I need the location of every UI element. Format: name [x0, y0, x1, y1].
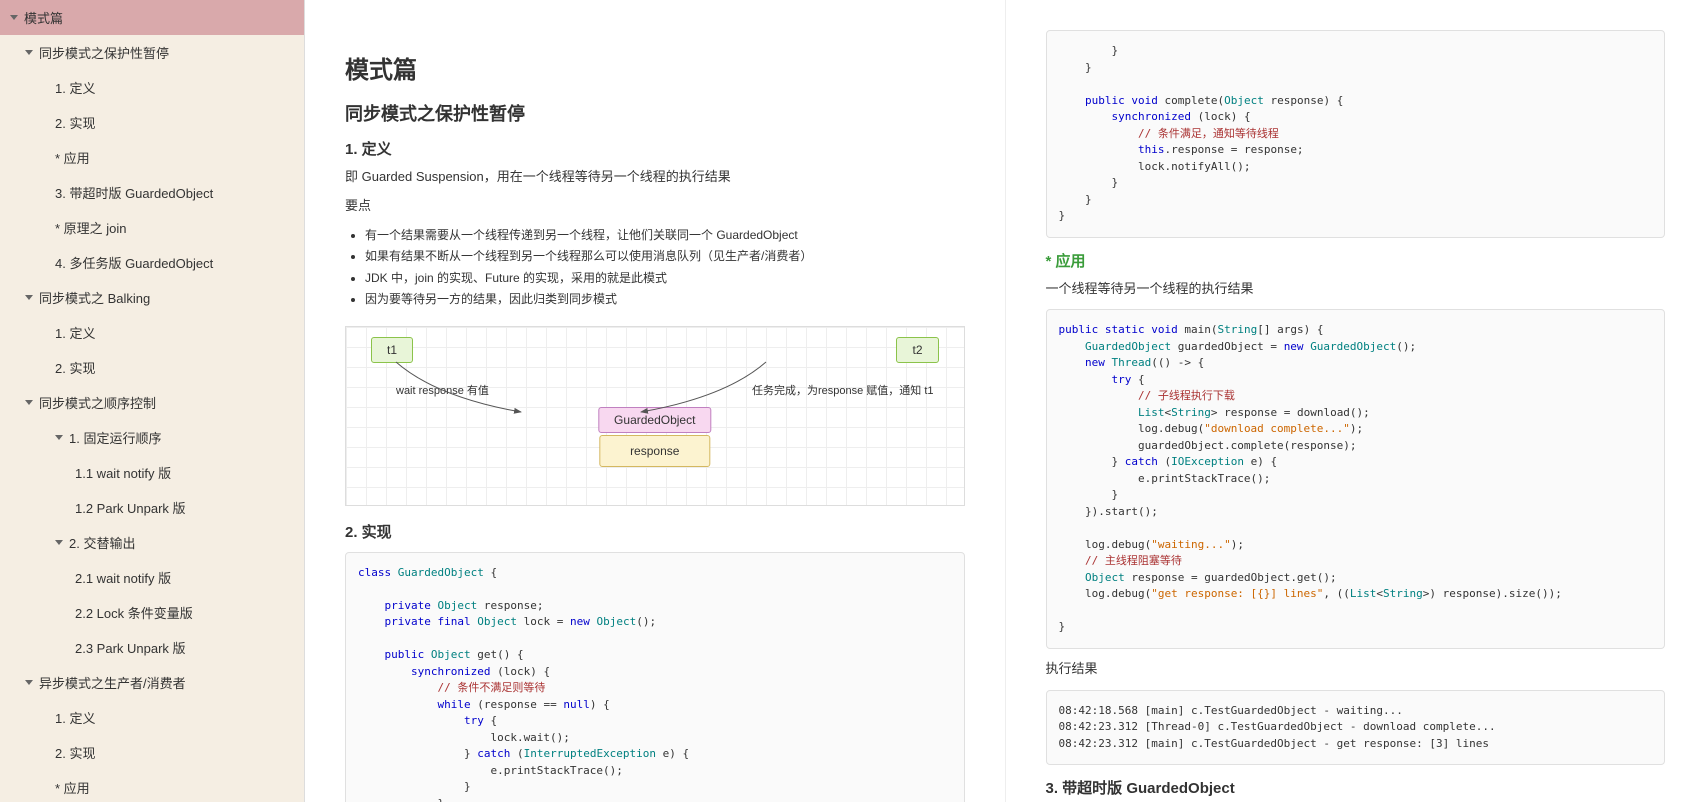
- nav-label: * 应用: [55, 148, 90, 167]
- bullet-item: 有一个结果需要从一个线程传递到另一个线程，让他们关联同一个 GuardedObj…: [365, 225, 965, 247]
- nav-label: 同步模式之 Balking: [39, 288, 150, 307]
- nav-item[interactable]: 同步模式之 Balking: [0, 280, 304, 315]
- nav-label: * 应用: [55, 778, 90, 797]
- page-title: 模式篇: [345, 50, 965, 85]
- nav-label: 2. 实现: [55, 743, 95, 762]
- nav-label: 1. 定义: [55, 78, 95, 97]
- nav-label: 同步模式之保护性暂停: [39, 43, 169, 62]
- nav-item[interactable]: 2. 实现: [0, 735, 304, 770]
- nav-label: 2.3 Park Unpark 版: [75, 638, 186, 657]
- nav-label: 1.2 Park Unpark 版: [75, 498, 186, 517]
- caret-icon: [25, 680, 33, 685]
- code-block: public static void main(String[] args) {…: [1046, 309, 1666, 649]
- nav-label: 同步模式之顺序控制: [39, 393, 156, 412]
- nav-label: 2.1 wait notify 版: [75, 568, 171, 587]
- log-output: 08:42:18.568 [main] c.TestGuardedObject …: [1046, 690, 1666, 766]
- subsection-title: 3. 带超时版 GuardedObject: [1046, 777, 1666, 798]
- diagram-box-guarded: GuardedObject: [598, 407, 711, 433]
- nav-item[interactable]: 1. 定义: [0, 70, 304, 105]
- nav-label: 异步模式之生产者/消费者: [39, 673, 186, 692]
- nav-item[interactable]: 1. 定义: [0, 315, 304, 350]
- sidebar: 模式篇同步模式之保护性暂停 1. 定义 2. 实现 * 应用 3. 带超时版 Guard…: [0, 0, 305, 802]
- diagram-box-t1: t1: [371, 337, 413, 363]
- bullet-item: 如果有结果不断从一个线程到另一个线程那么可以使用消息队列（见生产者/消费者）: [365, 246, 965, 268]
- nav-label: 4. 多任务版 GuardedObject: [55, 253, 213, 272]
- right-column: } } public void complete(Object response…: [1006, 0, 1705, 802]
- code-block: class GuardedObject { private Object res…: [345, 552, 965, 802]
- nav-label: 1. 固定运行顺序: [69, 428, 161, 447]
- nav-label: 1. 定义: [55, 708, 95, 727]
- caret-icon: [10, 15, 18, 20]
- nav-item[interactable]: 3. 带超时版 GuardedObject: [0, 175, 304, 210]
- paragraph: 执行结果: [1046, 659, 1666, 680]
- caret-icon: [25, 295, 33, 300]
- diagram: t1 t2 wait response 有值 任务完成，为response 赋值…: [345, 326, 965, 506]
- nav-label: 3. 带超时版 GuardedObject: [55, 183, 213, 202]
- nav-label: 2. 实现: [55, 113, 95, 132]
- caret-icon: [25, 400, 33, 405]
- bullet-list: 有一个结果需要从一个线程传递到另一个线程，让他们关联同一个 GuardedObj…: [365, 225, 965, 311]
- nav-item[interactable]: * 应用: [0, 140, 304, 175]
- content: 模式篇 同步模式之保护性暂停 1. 定义 即 Guarded Suspensio…: [305, 0, 1705, 802]
- nav-item[interactable]: 同步模式之顺序控制: [0, 385, 304, 420]
- nav-item[interactable]: 2. 实现: [0, 105, 304, 140]
- nav-item[interactable]: 2. 实现: [0, 350, 304, 385]
- nav-label: 1. 定义: [55, 323, 95, 342]
- paragraph: 一个线程等待另一个线程的执行结果: [1046, 279, 1666, 300]
- nav-item[interactable]: 2.3 Park Unpark 版: [0, 630, 304, 665]
- diagram-box-response: response: [599, 435, 710, 467]
- diagram-box-t2: t2: [896, 337, 938, 363]
- nav-item[interactable]: 2. 交替输出: [0, 525, 304, 560]
- nav-label: 2. 实现: [55, 358, 95, 377]
- bullet-item: 因为要等待另一方的结果，因此归类到同步模式: [365, 289, 965, 311]
- nav-item[interactable]: * 原理之 join: [0, 210, 304, 245]
- subsection-title: 2. 实现: [345, 521, 965, 542]
- nav-item[interactable]: 1. 定义: [0, 700, 304, 735]
- caret-icon: [55, 540, 63, 545]
- nav-item[interactable]: 2.2 Lock 条件变量版: [0, 595, 304, 630]
- bullet-item: JDK 中，join 的实现、Future 的实现，采用的就是此模式: [365, 268, 965, 290]
- code-block: } } public void complete(Object response…: [1046, 30, 1666, 238]
- paragraph: 即 Guarded Suspension，用在一个线程等待另一个线程的执行结果: [345, 167, 965, 188]
- diagram-label: 任务完成，为response 赋值，通知 t1: [752, 382, 934, 398]
- caret-icon: [25, 50, 33, 55]
- nav-item[interactable]: 4. 多任务版 GuardedObject: [0, 245, 304, 280]
- nav-item[interactable]: 异步模式之生产者/消费者: [0, 665, 304, 700]
- nav-label: 2.2 Lock 条件变量版: [75, 603, 193, 622]
- diagram-label: wait response 有值: [396, 382, 489, 398]
- nav-label: * 原理之 join: [55, 218, 127, 237]
- nav-item[interactable]: 1. 固定运行顺序: [0, 420, 304, 455]
- caret-icon: [55, 435, 63, 440]
- subsection-title: * 应用: [1046, 250, 1666, 271]
- nav-item[interactable]: 2.1 wait notify 版: [0, 560, 304, 595]
- nav-item[interactable]: 1.1 wait notify 版: [0, 455, 304, 490]
- left-column: 模式篇 同步模式之保护性暂停 1. 定义 即 Guarded Suspensio…: [305, 0, 1006, 802]
- paragraph: 要点: [345, 196, 965, 217]
- nav-label: 1.1 wait notify 版: [75, 463, 171, 482]
- nav-label: 模式篇: [24, 8, 63, 27]
- section-title: 同步模式之保护性暂停: [345, 100, 965, 126]
- nav-item[interactable]: 同步模式之保护性暂停: [0, 35, 304, 70]
- nav-item[interactable]: 1.2 Park Unpark 版: [0, 490, 304, 525]
- nav-item[interactable]: 模式篇: [0, 0, 304, 35]
- nav-label: 2. 交替输出: [69, 533, 135, 552]
- subsection-title: 1. 定义: [345, 138, 965, 159]
- nav-item[interactable]: * 应用: [0, 770, 304, 802]
